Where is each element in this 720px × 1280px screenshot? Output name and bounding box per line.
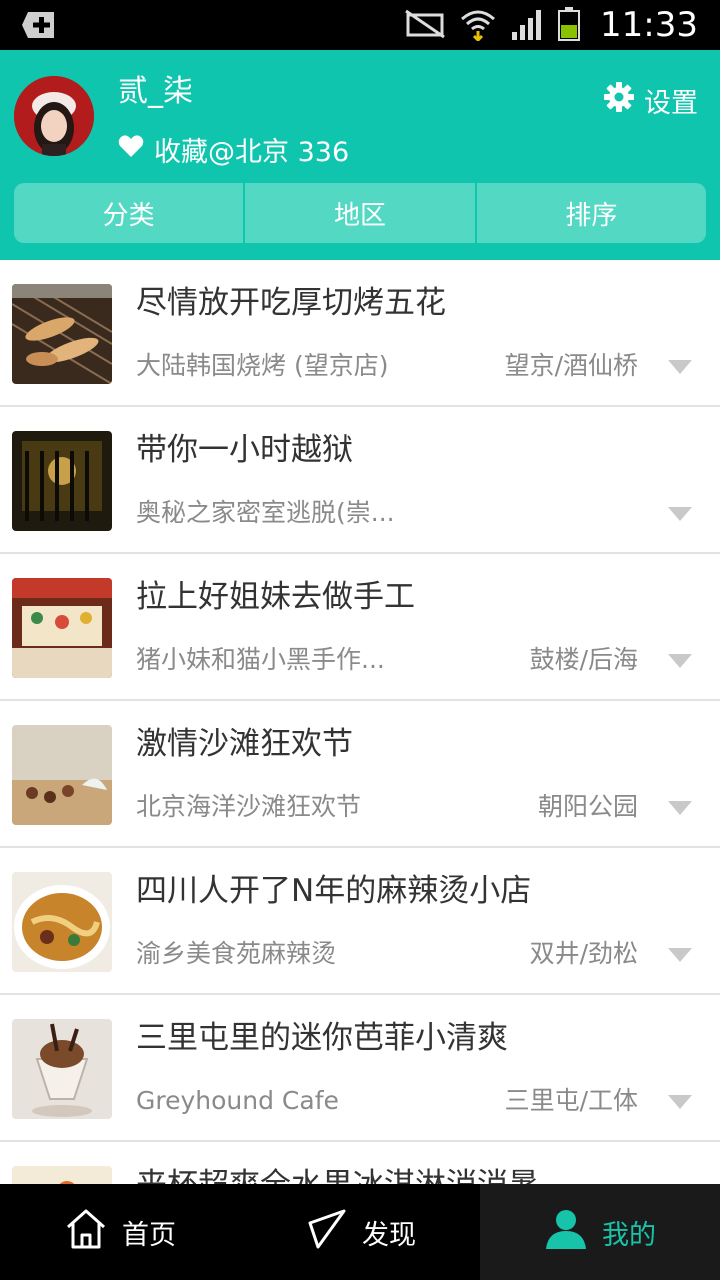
favorites-line[interactable]: 收藏@北京 336 xyxy=(118,130,349,168)
tab-sort[interactable]: 排序 xyxy=(474,183,706,243)
item-title: 来杯超爽全水果冰淇淋消消暑 xyxy=(136,1164,539,1184)
item-area: 朝阳公园 xyxy=(537,792,638,821)
gear-icon xyxy=(604,81,634,119)
compass-icon xyxy=(304,1207,348,1258)
list-item[interactable]: 尽情放开吃厚切烤五花 大陆韩国烧烤 (望京店) 望京/酒仙桥 xyxy=(0,260,720,407)
chevron-down-icon[interactable] xyxy=(668,1095,692,1109)
item-title: 拉上好姐妹去做手工 xyxy=(136,579,415,615)
nav-mine[interactable]: 我的 xyxy=(480,1184,720,1280)
filter-tabs: 分类 地区 排序 xyxy=(14,183,706,243)
item-thumbnail-beach xyxy=(12,725,112,825)
list-item[interactable]: 激情沙滩狂欢节 北京海洋沙滩狂欢节 朝阳公园 xyxy=(0,701,720,848)
no-sim-icon xyxy=(404,9,446,43)
user-icon xyxy=(544,1207,588,1258)
item-title: 带你一小时越狱 xyxy=(136,432,353,468)
item-shop: 大陆韩国烧烤 (望京店) xyxy=(136,351,389,380)
chevron-down-icon[interactable] xyxy=(668,507,692,521)
home-icon xyxy=(64,1207,108,1258)
item-title: 四川人开了N年的麻辣烫小店 xyxy=(136,873,532,909)
item-shop: 猪小妹和猫小黑手作... xyxy=(136,645,385,674)
profile-header: 贰_柒 收藏@北京 336 设置 分类 地区 排序 xyxy=(0,50,720,260)
list-item[interactable]: 三里屯里的迷你芭菲小清爽 Greyhound Cafe 三里屯/工体 xyxy=(0,995,720,1142)
nav-discover-label: 发现 xyxy=(362,1219,416,1251)
chevron-down-icon[interactable] xyxy=(668,948,692,962)
item-shop: Greyhound Cafe xyxy=(136,1086,339,1115)
favorites-count: 收藏@北京 336 xyxy=(154,136,350,168)
list-item[interactable]: 拉上好姐妹去做手工 猪小妹和猫小黑手作... 鼓楼/后海 xyxy=(0,554,720,701)
battery-icon xyxy=(558,7,580,45)
item-thumbnail-handcraft xyxy=(12,578,112,678)
item-shop: 渝乡美食苑麻辣烫 xyxy=(136,939,337,968)
deal-list: 尽情放开吃厚切烤五花 大陆韩国烧烤 (望京店) 望京/酒仙桥 带你一小时越狱 奥… xyxy=(0,260,720,1184)
avatar[interactable] xyxy=(14,76,94,156)
item-shop: 北京海洋沙滩狂欢节 xyxy=(136,792,362,821)
item-area: 双井/劲松 xyxy=(529,939,638,968)
item-thumbnail-icecream xyxy=(12,1166,112,1184)
item-thumbnail-parfait xyxy=(12,1019,112,1119)
nav-home-label: 首页 xyxy=(122,1219,176,1251)
chevron-down-icon[interactable] xyxy=(668,801,692,815)
item-thumbnail-malatang xyxy=(12,872,112,972)
tab-category[interactable]: 分类 xyxy=(14,183,244,243)
signal-icon xyxy=(510,8,544,44)
chevron-down-icon[interactable] xyxy=(668,360,692,374)
list-item[interactable]: 四川人开了N年的麻辣烫小店 渝乡美食苑麻辣烫 双井/劲松 xyxy=(0,848,720,995)
settings-label: 设置 xyxy=(644,87,698,119)
nav-home[interactable]: 首页 xyxy=(0,1184,240,1280)
heart-icon xyxy=(118,134,144,165)
item-title: 尽情放开吃厚切烤五花 xyxy=(136,285,446,321)
item-shop: 奥秘之家密室逃脱(崇... xyxy=(136,498,395,527)
nav-mine-label: 我的 xyxy=(602,1219,656,1251)
nav-discover[interactable]: 发现 xyxy=(240,1184,480,1280)
item-thumbnail-bbq xyxy=(12,284,112,384)
item-thumbnail-escape-room xyxy=(12,431,112,531)
item-area: 三里屯/工体 xyxy=(504,1086,638,1115)
item-area: 望京/酒仙桥 xyxy=(504,351,638,380)
list-item[interactable]: 带你一小时越狱 奥秘之家密室逃脱(崇... xyxy=(0,407,720,554)
item-title: 三里屯里的迷你芭菲小清爽 xyxy=(136,1020,508,1056)
username: 贰_柒 xyxy=(118,74,193,109)
status-bar: 11:33 xyxy=(0,0,720,50)
item-area: 鼓楼/后海 xyxy=(529,645,638,674)
wifi-icon xyxy=(460,7,496,45)
bottom-nav: 首页 发现 我的 xyxy=(0,1184,720,1280)
item-title: 激情沙滩狂欢节 xyxy=(136,726,353,762)
clock: 11:33 xyxy=(600,5,698,45)
chevron-down-icon[interactable] xyxy=(668,654,692,668)
settings-button[interactable]: 设置 xyxy=(604,80,698,120)
list-item[interactable]: 来杯超爽全水果冰淇淋消消暑 xyxy=(0,1142,720,1184)
tab-region[interactable]: 地区 xyxy=(243,183,475,243)
notification-add-icon xyxy=(22,10,56,40)
